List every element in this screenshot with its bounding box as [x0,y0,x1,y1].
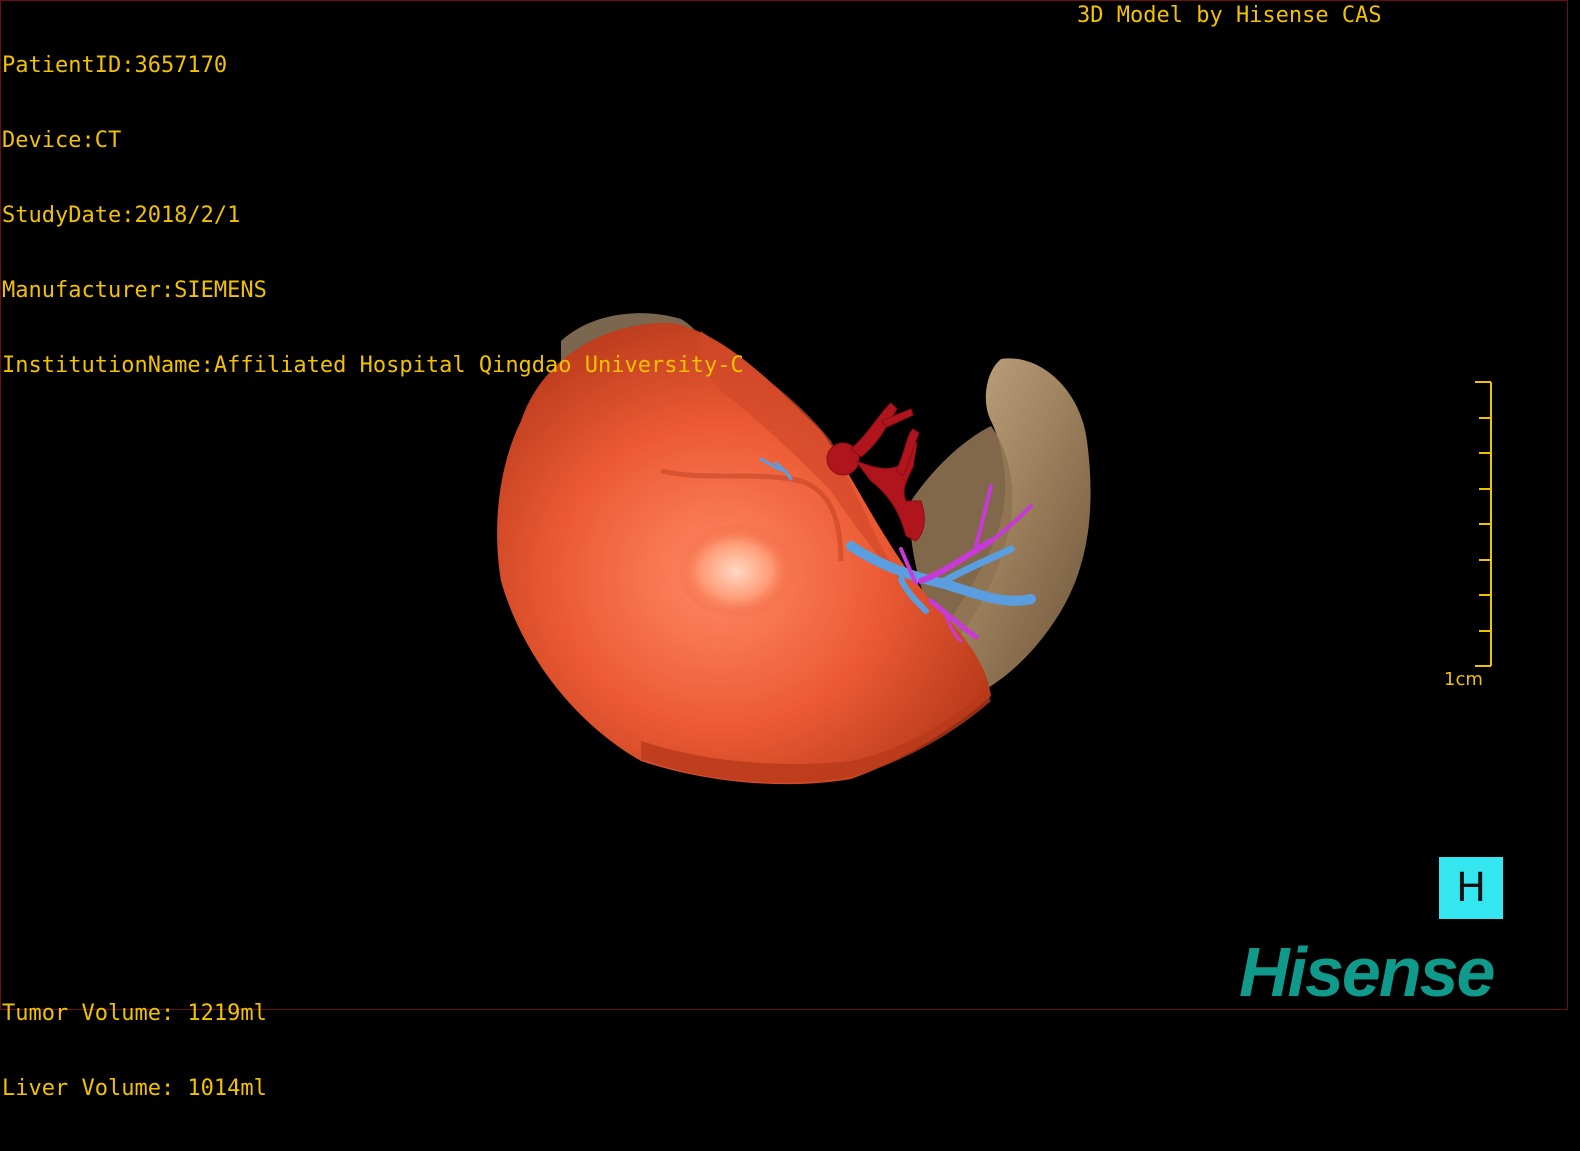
orientation-marker[interactable]: H [1439,857,1503,919]
device-text: Device:CT [2,128,122,153]
volume-readout: Tumor Volume: 1219ml Liver Volume: 1014m… [2,951,267,1151]
tumor-highlight [676,523,796,619]
tumor-volume-text: Tumor Volume: 1219ml [2,1001,267,1026]
study-date-text: StudyDate:2018/2/1 [2,203,241,228]
patient-id-text: PatientID:3657170 [2,53,228,78]
hisense-logo: Hisense [1239,933,1495,1011]
liver-volume-text: Liver Volume: 1014ml [2,1076,267,1101]
scale-label: 1cm [1444,669,1483,690]
manufacturer-text: Manufacturer:SIEMENS [2,278,267,303]
institution-text: InstitutionName:Affiliated Hospital Qing… [2,353,744,378]
scale-ruler [1475,381,1492,667]
dicom-info-overlay: PatientID:3657170 Device:CT StudyDate:20… [2,3,744,428]
model-credit-text: 3D Model by Hisense CAS [1077,3,1382,28]
3d-viewport[interactable]: PatientID:3657170 Device:CT StudyDate:20… [0,0,1568,1101]
